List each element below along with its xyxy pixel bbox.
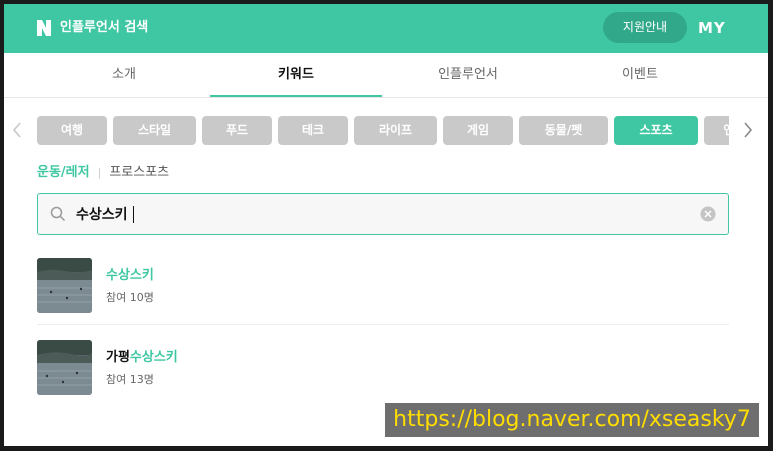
header-bar: 인플루언서 검색 지원안내 MY [4, 4, 768, 53]
naver-logo-icon[interactable] [34, 18, 54, 38]
header-title: 인플루언서 검색 [60, 20, 149, 35]
my-button[interactable]: MY [698, 17, 726, 39]
tab-keyword[interactable]: 키워드 [210, 53, 382, 97]
category-game[interactable]: 게임 [443, 116, 513, 145]
category-entertainment[interactable]: 엔 [704, 116, 729, 145]
category-food[interactable]: 푸드 [202, 116, 272, 145]
chevron-right-icon[interactable] [741, 120, 755, 140]
result-divider [37, 324, 729, 325]
result-title[interactable]: 수상스키 [106, 267, 154, 285]
category-travel[interactable]: 여행 [37, 116, 107, 145]
chevron-left-icon[interactable] [10, 120, 24, 140]
result-thumbnail [37, 340, 92, 395]
clear-icon[interactable] [700, 206, 716, 222]
text-cursor [133, 206, 134, 223]
result-title-highlight: 수상스키 [129, 350, 178, 365]
result-title[interactable]: 가평수상스키 [106, 349, 178, 367]
result-item[interactable]: 가평수상스키 참여 13명 [37, 340, 729, 400]
result-title-highlight: 수상스키 [106, 268, 154, 283]
category-tech[interactable]: 테크 [278, 116, 348, 145]
result-participants: 참여 13명 [106, 373, 154, 386]
main-tabs: 소개 키워드 인플루언서 이벤트 [4, 53, 768, 98]
result-title-prefix: 가평 [106, 350, 130, 365]
category-sports[interactable]: 스포츠 [614, 116, 698, 145]
category-chips: 여행 스타일 푸드 테크 라이프 게임 동물/펫 스포츠 엔 [37, 116, 729, 145]
search-input[interactable] [76, 194, 676, 234]
subcategory-separator: | [97, 166, 102, 179]
support-button[interactable]: 지원안내 [603, 12, 687, 43]
app-frame: 인플루언서 검색 지원안내 MY 소개 키워드 인플루언서 이벤트 여행 스타일… [4, 4, 768, 446]
category-style[interactable]: 스타일 [113, 116, 196, 145]
search-icon [50, 206, 66, 222]
tab-influencer[interactable]: 인플루언서 [382, 53, 554, 97]
subcategory-nav: 운동/레저 | 프로스포츠 [37, 164, 169, 182]
blog-watermark: https://blog.naver.com/xseasky7 [385, 403, 759, 437]
category-life[interactable]: 라이프 [354, 116, 437, 145]
tab-event[interactable]: 이벤트 [554, 53, 726, 97]
subcategory-pro-sports[interactable]: 프로스포츠 [109, 165, 169, 180]
subcategory-active[interactable]: 운동/레저 [37, 165, 90, 180]
result-item[interactable]: 수상스키 참여 10명 [37, 258, 729, 318]
result-participants: 참여 10명 [106, 291, 154, 304]
tab-intro[interactable]: 소개 [38, 53, 210, 97]
search-box [37, 193, 729, 235]
active-tab-indicator [210, 95, 382, 97]
category-pet[interactable]: 동물/펫 [519, 116, 608, 145]
result-thumbnail [37, 258, 92, 313]
